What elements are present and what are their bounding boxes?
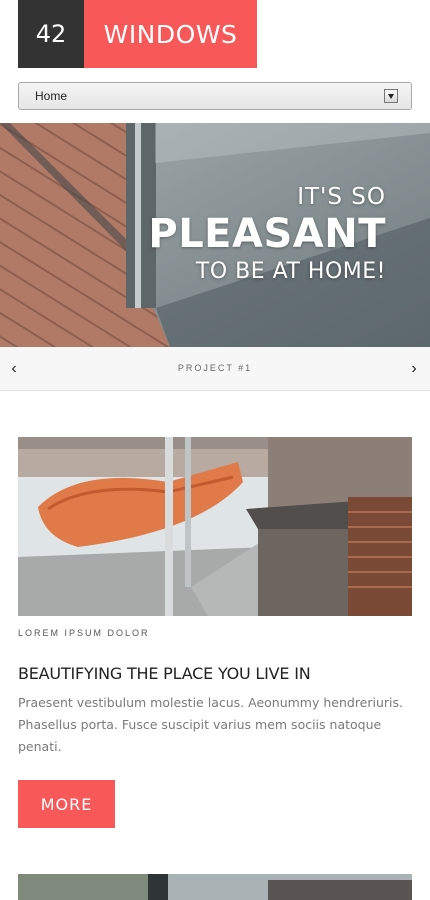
article-photo [18,437,412,616]
site-logo[interactable]: 42 WINDOWS [18,0,257,68]
article-title[interactable]: BEAUTIFYING THE PLACE YOU LIVE IN [18,664,311,683]
nav-select-value: Home [35,89,68,103]
next-article-photo [18,874,412,900]
logo-name: WINDOWS [84,0,257,68]
hero-line-2: PLEASANT [148,211,386,257]
next-article-image[interactable] [18,874,412,900]
hero-line-1: IT'S SO [297,184,386,210]
more-button[interactable]: MORE [18,780,115,828]
chevron-right-icon[interactable]: › [404,359,424,379]
article-image[interactable] [18,437,412,616]
hero-line-3: TO BE AT HOME! [195,259,386,284]
hero-headline: IT'S SO PLEASANT TO BE AT HOME! [148,183,386,287]
article-meta: LOREM IPSUM DOLOR [18,628,150,638]
logo-number: 42 [18,0,84,68]
hero-slide: IT'S SO PLEASANT TO BE AT HOME! [0,123,430,347]
slide-caption: PROJECT #1 [177,363,253,373]
dropdown-arrow-icon[interactable] [384,89,398,103]
nav-select[interactable]: Home [18,82,412,110]
slider-controls: ‹ PROJECT #1 › [0,347,430,391]
article-body: Praesent vestibulum molestie lacus. Aeon… [18,695,404,754]
